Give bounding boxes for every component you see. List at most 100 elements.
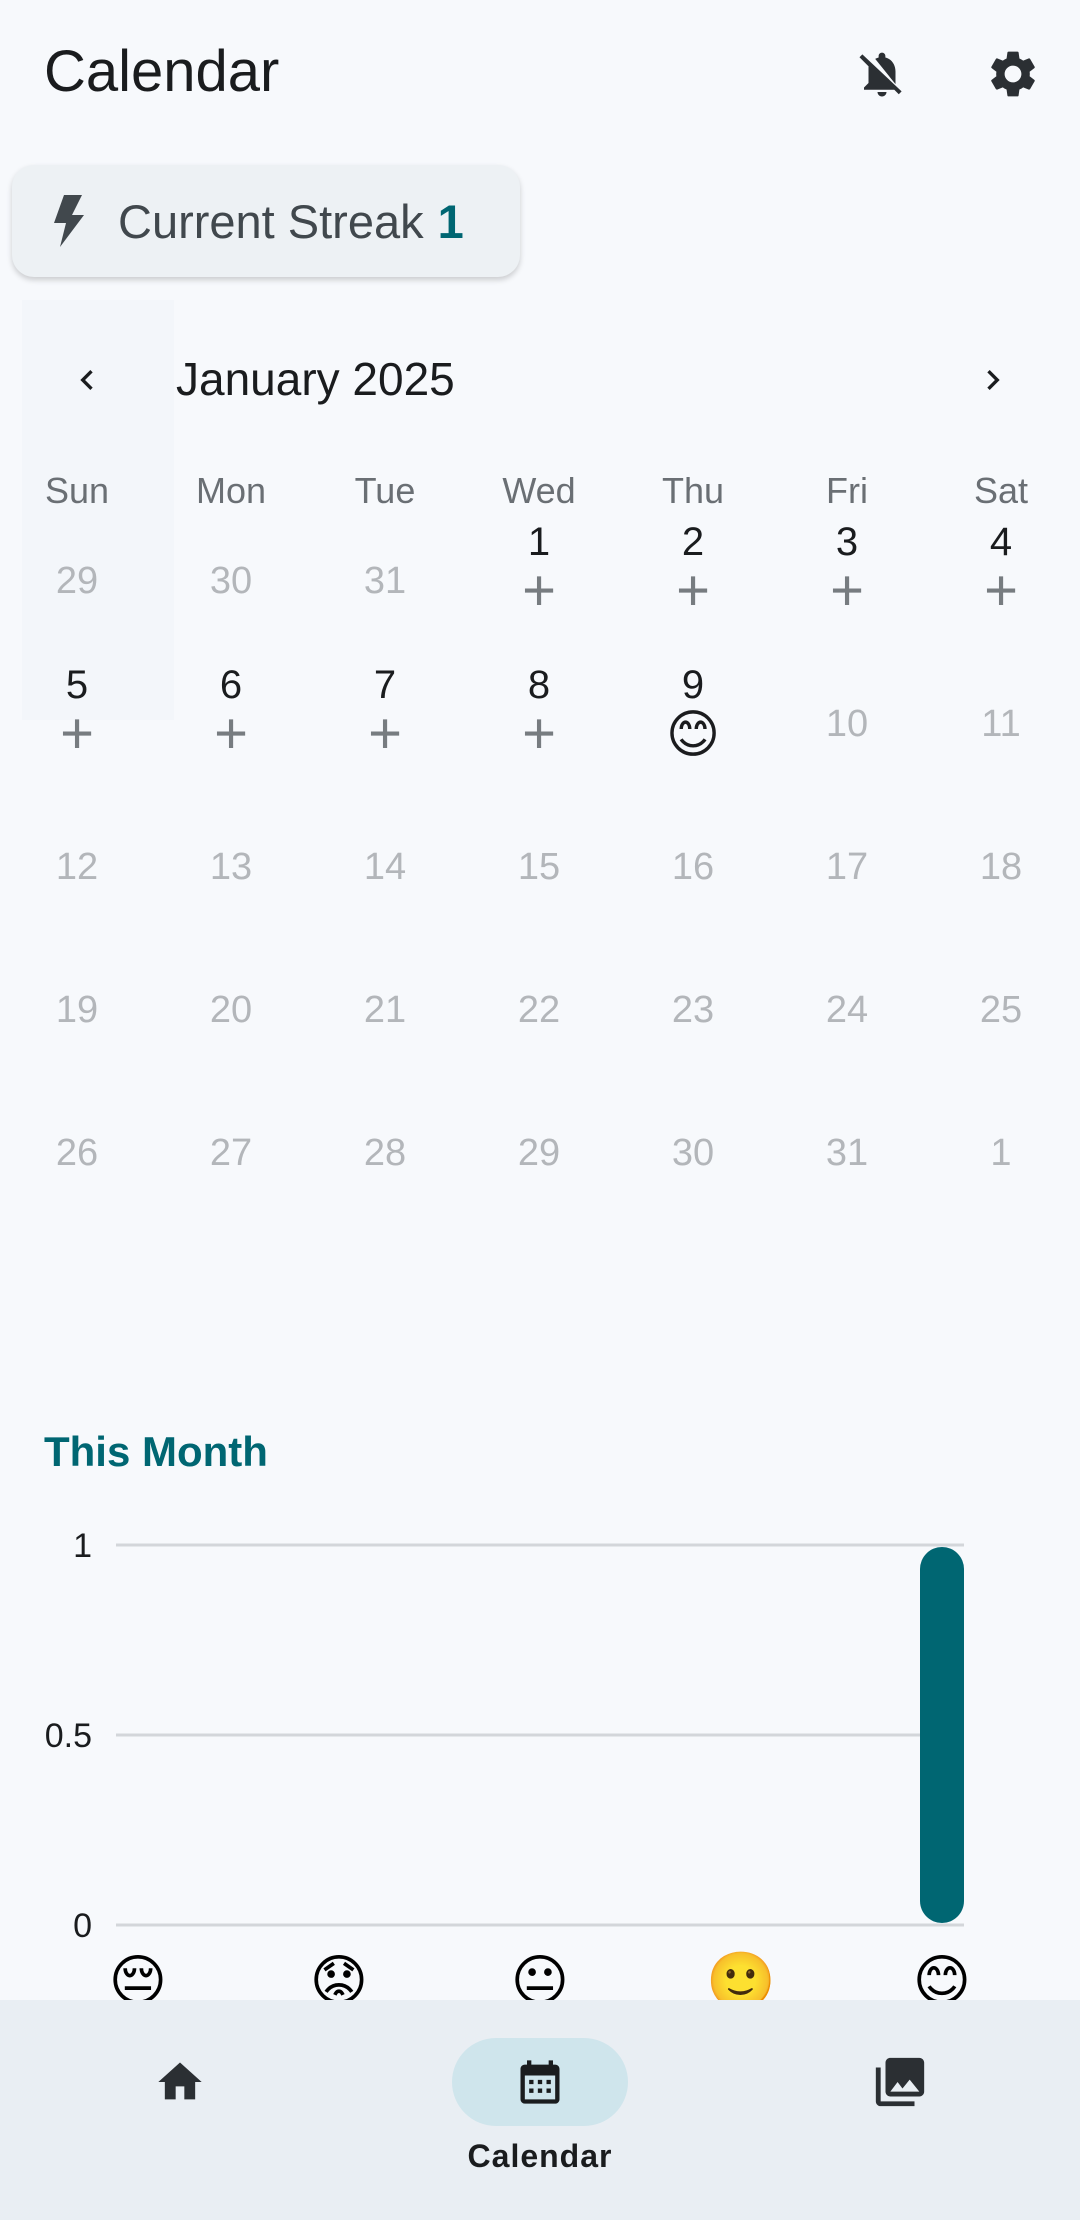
bolt-icon [48, 195, 88, 247]
calendar-day-cell: 1 [924, 1092, 1078, 1235]
day-number: 15 [517, 846, 561, 888]
day-number: 25 [979, 989, 1023, 1031]
calendar-day-cell: 29 [462, 1092, 616, 1235]
x-category-emoji: 😟 [310, 1949, 368, 2000]
x-category-emoji: 😔 [109, 1949, 167, 2000]
x-category-emoji: 😊 [913, 1949, 971, 2000]
x-category-emoji: 🙂 [706, 1949, 776, 2000]
day-number: 31 [825, 1132, 869, 1174]
calendar-day-cell: 23 [616, 949, 770, 1092]
calendar-day-cell: 24 [770, 949, 924, 1092]
add-mood-icon: + [368, 701, 402, 766]
day-number: 23 [671, 989, 715, 1031]
day-number: 14 [363, 846, 407, 888]
x-category-emoji: 😐 [511, 1949, 569, 2000]
calendar-day-cell[interactable]: 9 😊 [616, 663, 770, 806]
day-number: 21 [363, 989, 407, 1031]
calendar-day-cell: 14 [308, 806, 462, 949]
calendar-day-cell: 18 [924, 806, 1078, 949]
day-number: 20 [209, 989, 253, 1031]
calendar-day-cell: 19 [0, 949, 154, 1092]
calendar-day-cell: 30 [616, 1092, 770, 1235]
day-number: 10 [825, 703, 869, 745]
calendar-day-cell: 31 [308, 520, 462, 663]
calendar-day-cell: 26 [0, 1092, 154, 1235]
weekday-label: Sat [973, 470, 1029, 511]
day-number: 30 [671, 1132, 715, 1174]
add-mood-icon: + [214, 701, 248, 766]
calendar-day-cell[interactable]: 1 + [462, 520, 616, 663]
nav-item-home[interactable] [0, 2000, 360, 2220]
calendar-day-cell: 10 [770, 663, 924, 806]
bell-off-icon [859, 52, 902, 97]
gear-icon [991, 51, 1035, 97]
day-number: 12 [55, 846, 99, 888]
y-tick-label: 0 [73, 1907, 92, 1945]
calendar-day-cell[interactable]: 3 + [770, 520, 924, 663]
day-number: 30 [209, 560, 253, 602]
calendar-grid: 29 30 31 1 +2 +3 +4 +5 +6 +7 +8 +9 😊 10 11 12 13 14 15 16 17… [0, 520, 1080, 1235]
weekday-label: Mon [195, 470, 267, 511]
calendar-day-cell: 30 [154, 520, 308, 663]
day-number: 11 [981, 703, 1021, 745]
chart-bar [920, 1547, 964, 1923]
calendar-day-cell: 16 [616, 806, 770, 949]
bottom-navigation: Calendar [0, 2000, 1080, 2220]
calendar-day-cell: 25 [924, 949, 1078, 1092]
streak-count: 1 [437, 194, 464, 248]
day-number: 17 [825, 846, 869, 888]
next-month-button[interactable] [948, 340, 1038, 420]
nav-pill-home [92, 2038, 268, 2126]
chevron-right-icon [987, 370, 1000, 390]
y-tick-label: 0.5 [45, 1717, 92, 1755]
calendar-day-cell[interactable]: 5 + [0, 663, 154, 806]
day-number: 18 [979, 846, 1023, 888]
add-mood-icon: + [676, 558, 710, 623]
photo-library-icon [875, 2057, 925, 2107]
month-navigation: January 2025 [0, 340, 1080, 420]
chevron-left-icon [80, 370, 93, 390]
this-month-title: This Month [44, 1428, 268, 1475]
calendar-day-cell: 20 [154, 949, 308, 1092]
calendar-day-cell: 21 [308, 949, 462, 1092]
day-number: 31 [363, 560, 407, 602]
day-number: 24 [825, 989, 869, 1031]
calendar-day-cell[interactable]: 6 + [154, 663, 308, 806]
calendar-day-cell[interactable]: 8 + [462, 663, 616, 806]
day-number: 19 [55, 989, 99, 1031]
calendar-day-cell: 13 [154, 806, 308, 949]
settings-button[interactable] [963, 24, 1063, 124]
day-number: 26 [55, 1132, 99, 1174]
add-mood-icon: + [984, 558, 1018, 623]
calendar-day-cell: 28 [308, 1092, 462, 1235]
day-number: 29 [517, 1132, 561, 1174]
add-mood-icon: + [522, 558, 556, 623]
calendar-day-cell[interactable]: 4 + [924, 520, 1078, 663]
day-number: 1 [990, 1132, 1012, 1174]
add-mood-icon: + [60, 701, 94, 766]
day-number: 27 [209, 1132, 253, 1174]
day-number: 9 [681, 663, 705, 707]
current-streak-chip[interactable]: Current Streak 1 [12, 165, 520, 277]
day-number: 28 [363, 1132, 407, 1174]
day-number: 13 [209, 846, 253, 888]
nav-item-calendar[interactable]: Calendar [360, 2000, 720, 2220]
calendar-day-cell: 31 [770, 1092, 924, 1235]
month-label: January 2025 [176, 353, 455, 405]
calendar-day-cell: 29 [0, 520, 154, 663]
nav-pill-gallery [812, 2038, 988, 2126]
page-title: Calendar [44, 39, 280, 104]
notifications-off-button[interactable] [832, 24, 932, 124]
y-tick-label: 1 [73, 1527, 92, 1565]
calendar-day-cell[interactable]: 7 + [308, 663, 462, 806]
app-bar: Calendar [0, 0, 1080, 150]
home-icon [158, 2062, 202, 2100]
nav-item-gallery[interactable] [720, 2000, 1080, 2220]
calendar-day-cell: 17 [770, 806, 924, 949]
weekday-label: Fri [826, 470, 868, 511]
day-number: 16 [671, 846, 715, 888]
calendar-day-cell[interactable]: 2 + [616, 520, 770, 663]
previous-month-button[interactable] [42, 340, 132, 420]
calendar-day-cell: 22 [462, 949, 616, 1092]
calendar-icon [520, 2060, 560, 2104]
